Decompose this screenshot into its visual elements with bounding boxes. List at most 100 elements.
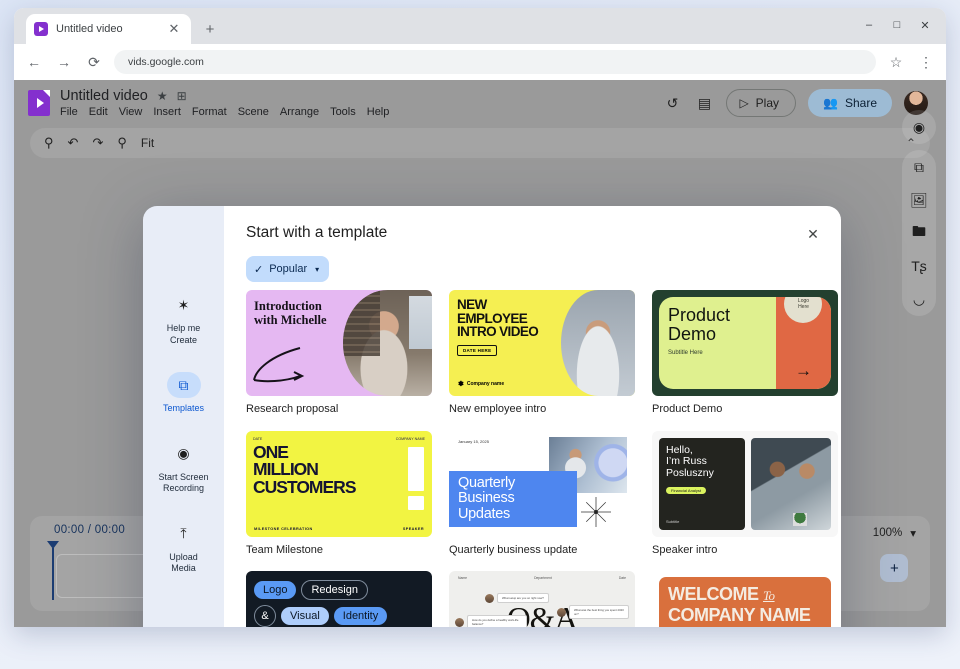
thumb-headline: Hello, I’m Russ Posluszny [666, 443, 714, 479]
thumb-company-label: Company name [466, 381, 505, 387]
template-card-speaker-intro[interactable]: Hello, I’m Russ Posluszny Financial Anal… [652, 430, 838, 562]
thumb-foot-right: SPEAKER [402, 526, 424, 531]
dialog-close-button[interactable]: ✕ [801, 222, 825, 246]
sidebar-item-templates[interactable]: ⧉ Templates [150, 372, 218, 415]
template-card-quarterly-business-update[interactable]: January 15, 2025 Quarterly Business Upda… [449, 430, 635, 562]
template-thumbnail: NEW EMPLOYEE INTRO VIDEO DATE HERE ✽ Com… [449, 290, 635, 396]
browser-tabstrip: Untitled video ✕ + – □ ✕ [14, 8, 946, 44]
window-close-button[interactable]: ✕ [912, 14, 938, 36]
asterisk-icon: ✽ [458, 381, 464, 388]
thumb-date-box: DATE HERE [457, 344, 498, 356]
template-card-logo-redesign[interactable]: Logo Redesign & Visual Identity [246, 571, 432, 627]
dialog-header: Start with a template ✓ Popular ▾ [224, 206, 841, 282]
thumb-word-ampersand: & [254, 605, 276, 627]
upload-icon: ⤒ [180, 525, 187, 541]
thumb-headline-line2: COMPANY NAME [668, 604, 811, 625]
record-icon: ◉ [177, 445, 190, 461]
template-card-label: Speaker intro [652, 543, 718, 556]
template-card-label: Research proposal [246, 403, 339, 415]
forward-icon[interactable]: → [54, 52, 74, 72]
thumb-headline: Quarterly Business Updates [449, 470, 577, 527]
sidebar-item-help-me-create[interactable]: ✶ Help me Create [150, 292, 218, 346]
sparkle-icon: ✶ [177, 296, 190, 313]
template-thumbnail: Introduction with Michelle [246, 290, 432, 396]
dialog-body: ✕ Start with a template ✓ Popular ▾ Intr… [224, 206, 841, 627]
tab-close-icon[interactable]: ✕ [165, 20, 183, 38]
check-icon: ✓ [254, 263, 264, 276]
thumb-headline: WELCOME To COMPANY NAME [668, 585, 822, 624]
address-bar[interactable]: vids.google.com [114, 50, 876, 74]
template-card-label: New employee intro [449, 403, 547, 415]
sidebar-item-label: Help me Create [166, 323, 201, 345]
thumb-word-logo: Logo [254, 581, 297, 600]
browser-tab-title: Untitled video [56, 23, 123, 35]
chevron-down-icon: ▾ [315, 264, 320, 274]
thumb-chat-text: What was the best thing you spent 2020 o… [569, 605, 629, 620]
window-minimize-button[interactable]: – [856, 14, 882, 36]
templates-icon: ⧉ [166, 372, 201, 398]
thumb-headline: Product Demo [668, 305, 731, 344]
template-card-team-milestone[interactable]: DATE COMPANY NAME ONE MILLION CUSTOMERS … [246, 430, 432, 562]
thumb-role-tag: Financial Analyst [666, 487, 707, 495]
thumb-subtitle: Subtitle Here [668, 350, 703, 356]
sidebar-item-label: Upload Media [169, 551, 198, 574]
thumb-word-identity: Identity [333, 607, 388, 626]
thumb-chat-text: How do you define a healthy work-life ba… [467, 615, 527, 627]
template-card-research-proposal[interactable]: Introduction with Michelle Research prop… [246, 290, 432, 421]
browser-window: Untitled video ✕ + – □ ✕ ← → ⟳ vids.goog… [14, 8, 946, 627]
popular-filter-chip[interactable]: ✓ Popular ▾ [246, 256, 330, 282]
avatar [485, 593, 494, 603]
template-thumbnail: Hello, I’m Russ Posluszny Financial Anal… [652, 430, 838, 537]
thumb-word-redesign: Redesign [301, 580, 368, 601]
start-with-template-dialog: ✶ Help me Create ⧉ Templates ◉ Start Scr… [143, 206, 841, 627]
template-card-welcome-company-name[interactable]: WELCOME To COMPANY NAME Subtitle or logo… [652, 571, 838, 627]
template-thumbnail: Logo Redesign & Visual Identity [246, 571, 432, 627]
template-thumbnail: WELCOME To COMPANY NAME Subtitle or logo… [652, 571, 838, 627]
sidebar-item-label: Templates [162, 403, 205, 413]
thumb-chat-bubble: What was the best thing you spent 2020 o… [557, 605, 629, 620]
browser-menu-icon[interactable]: ⋮ [916, 52, 936, 72]
thumb-corner-right: COMPANY NAME [395, 436, 425, 441]
template-card-q-and-a[interactable]: Name Department Date Q&A What setup are … [449, 571, 635, 627]
new-tab-button[interactable]: + [201, 20, 219, 38]
sidebar-item-upload-media[interactable]: ⤒ Upload Media [150, 521, 218, 575]
template-thumbnail: DATE COMPANY NAME ONE MILLION CUSTOMERS … [246, 430, 432, 537]
address-bar-url: vids.google.com [128, 56, 204, 68]
thumb-headline: NEW EMPLOYEE INTRO VIDEO [457, 297, 539, 339]
avatar [557, 607, 566, 617]
template-grid: Introduction with Michelle Research prop… [246, 290, 841, 627]
bookmark-star-icon[interactable]: ☆ [886, 52, 906, 72]
thumb-foot-left: MILESTONE CELEBRATION [254, 526, 313, 531]
template-card-new-employee-intro[interactable]: NEW EMPLOYEE INTRO VIDEO DATE HERE ✽ Com… [449, 290, 635, 421]
google-vids-favicon [34, 22, 48, 36]
template-thumbnail: Name Department Date Q&A What setup are … [449, 571, 635, 627]
browser-toolbar: ← → ⟳ vids.google.com ☆ ⋮ [14, 44, 946, 80]
window-maximize-button[interactable]: □ [884, 14, 910, 36]
dialog-sidebar: ✶ Help me Create ⧉ Templates ◉ Start Scr… [143, 206, 224, 627]
thumb-date: January 15, 2025 [458, 438, 489, 444]
sidebar-item-start-screen-recording[interactable]: ◉ Start Screen Recording [150, 441, 218, 495]
template-card-product-demo[interactable]: Product Demo Subtitle Here Logo Here → P… [652, 290, 838, 421]
thumb-headline-line1: WELCOME [668, 584, 759, 605]
thumb-headline: Introduction with Michelle [254, 299, 327, 327]
thumb-corner-left: DATE [253, 436, 263, 441]
thumb-headline: ONE MILLION CUSTOMERS [253, 441, 357, 497]
thumb-photo [751, 437, 831, 530]
thumb-top-left: Name [458, 576, 468, 581]
sidebar-item-label: Start Screen Recording [158, 471, 209, 494]
curved-arrow-icon [253, 347, 305, 383]
thumb-chat-text: What setup are you on right now? [497, 593, 549, 604]
thumb-word-visual: Visual [281, 607, 329, 626]
vids-app: Untitled video ★ ⊞ File Edit View Insert… [14, 80, 946, 627]
reload-icon[interactable]: ⟳ [84, 52, 104, 72]
thumb-photo [560, 290, 635, 396]
back-icon[interactable]: ← [24, 52, 44, 72]
template-card-label: Team Milestone [246, 543, 324, 556]
arrow-right-icon: → [794, 361, 812, 380]
thumb-photo [342, 290, 432, 396]
thumb-top-right: Date [618, 576, 626, 581]
avatar [455, 617, 464, 627]
thumb-chat-bubble: How do you define a healthy work-life ba… [455, 615, 527, 627]
browser-tab[interactable]: Untitled video ✕ [26, 14, 191, 44]
popular-filter-label: Popular [269, 263, 308, 275]
